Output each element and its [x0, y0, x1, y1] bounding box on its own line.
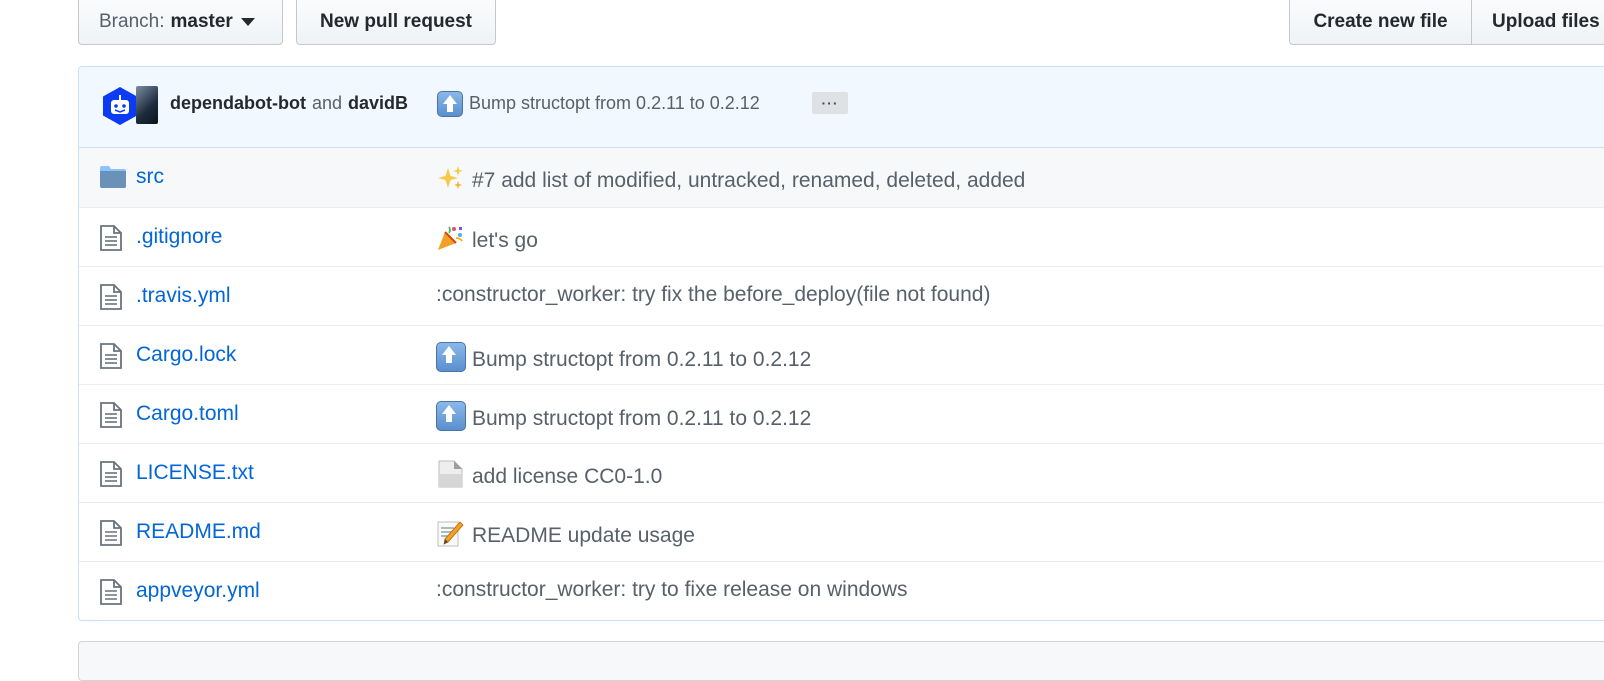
create-new-file-button[interactable]: Create new file [1289, 0, 1472, 45]
file-commit-message[interactable]: README update usage [436, 519, 695, 548]
caret-down-icon [240, 18, 255, 26]
arrow-up-icon [436, 401, 466, 431]
file-icon [100, 343, 122, 369]
branch-value: master [170, 11, 233, 32]
file-icon [100, 402, 122, 428]
sparkles-icon [438, 166, 463, 189]
file-commit-message[interactable]: #7 add list of modified, untracked, rena… [436, 164, 1025, 193]
file-link[interactable]: Cargo.lock [136, 343, 236, 367]
file-link[interactable]: .travis.yml [136, 284, 231, 308]
commit-message-text: #7 add list of modified, untracked, rena… [472, 169, 1026, 192]
commit-message-text: add license CC0-1.0 [472, 465, 663, 488]
file-link[interactable]: src [136, 165, 164, 189]
file-commit-message[interactable]: :constructor_worker: try fix the before_… [436, 283, 990, 307]
branch-select-button[interactable]: Branch: master [78, 0, 283, 45]
file-icon [100, 579, 122, 605]
file-commit-message[interactable]: Bump structopt from 0.2.11 to 0.2.12 [436, 342, 811, 372]
file-link[interactable]: Cargo.toml [136, 402, 239, 426]
commit-message-text: :constructor_worker: try fix the before_… [436, 283, 991, 306]
file-link[interactable]: LICENSE.txt [136, 461, 254, 485]
commit-message-text: README update usage [472, 524, 695, 547]
table-row: .travis.yml :constructor_worker: try fix… [79, 266, 1604, 325]
upload-files-button[interactable]: Upload files [1471, 0, 1604, 45]
new-pull-request-button[interactable]: New pull request [296, 0, 496, 45]
tada-icon [438, 226, 463, 250]
commit-message-text: Bump structopt from 0.2.11 to 0.2.12 [472, 407, 812, 430]
file-icon [100, 461, 122, 487]
dependabot-avatar[interactable] [100, 86, 140, 126]
file-icon [100, 520, 122, 546]
file-icon [100, 225, 122, 251]
file-icon [100, 284, 122, 310]
arrow-up-icon [437, 91, 463, 117]
davidb-avatar[interactable] [136, 86, 158, 124]
table-row: src #7 add list of modified, untracked, … [79, 148, 1604, 207]
commit-message-link[interactable]: Bump structopt from 0.2.11 to 0.2.12 [437, 91, 760, 117]
table-row: appveyor.yml :constructor_worker: try to… [79, 561, 1604, 620]
table-row: README.md README update usage [79, 502, 1604, 561]
file-commit-message[interactable]: Bump structopt from 0.2.11 to 0.2.12 [436, 401, 811, 431]
table-row: LICENSE.txt add license CC0-1.0 [79, 443, 1604, 502]
commit-authors: dependabot-bot and davidB [170, 93, 408, 114]
file-link[interactable]: appveyor.yml [136, 579, 260, 603]
commit-message-text: Bump structopt from 0.2.11 to 0.2.12 [472, 348, 812, 371]
and-text: and [311, 93, 343, 113]
file-link[interactable]: README.md [136, 520, 261, 544]
commit-message-text: :constructor_worker: try to fixe release… [436, 578, 908, 601]
table-row: Cargo.lock Bump structopt from 0.2.11 to… [79, 325, 1604, 384]
folder-icon [100, 166, 126, 188]
commit-details-toggle[interactable]: ··· [812, 92, 848, 114]
file-link[interactable]: .gitignore [136, 225, 222, 249]
page-facing-up-icon [438, 460, 463, 488]
table-row: Cargo.toml Bump structopt from 0.2.11 to… [79, 384, 1604, 443]
latest-commit-bar: dependabot-bot and davidB Bump structopt f… [79, 67, 1604, 148]
file-listing: dependabot-bot and davidB Bump structopt f… [78, 66, 1604, 621]
memo-icon [437, 521, 464, 547]
branch-label: Branch: [99, 11, 165, 32]
commit-author-link[interactable]: dependabot-bot [170, 93, 306, 113]
commit-message-text: Bump structopt from 0.2.11 to 0.2.12 [469, 92, 760, 113]
commit-message-text: let's go [472, 229, 538, 252]
file-commit-message[interactable]: add license CC0-1.0 [436, 460, 662, 489]
table-row: .gitignore let's go [79, 207, 1604, 266]
readme-box-header [78, 641, 1604, 681]
commit-coauthor-link[interactable]: davidB [348, 93, 408, 113]
file-commit-message[interactable]: let's go [436, 224, 538, 253]
arrow-up-icon [436, 342, 466, 372]
file-commit-message[interactable]: :constructor_worker: try to fixe release… [436, 578, 908, 602]
